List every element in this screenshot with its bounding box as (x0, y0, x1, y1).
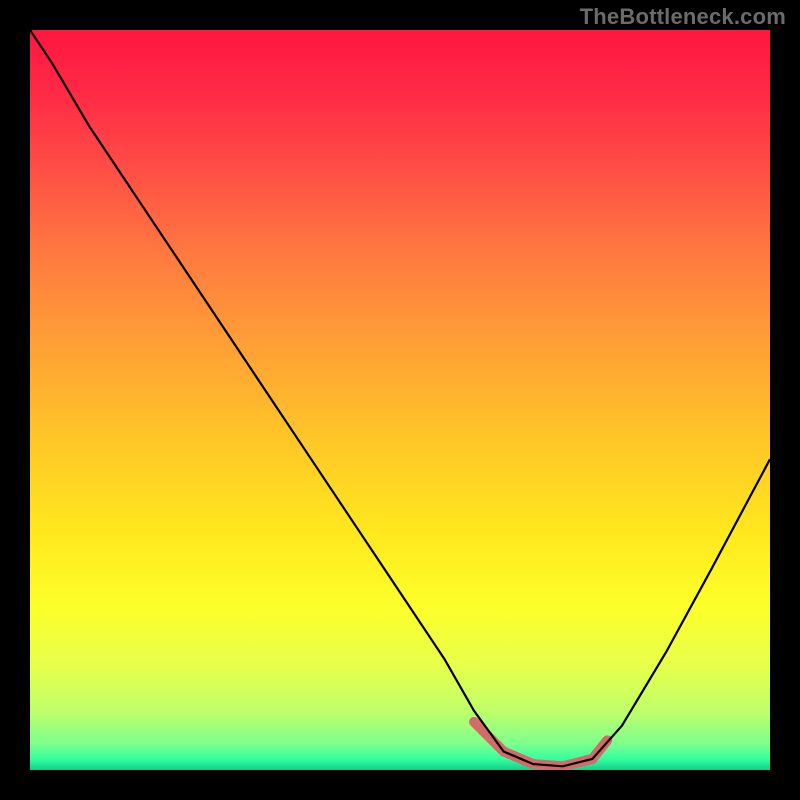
chart-frame: TheBottleneck.com (0, 0, 800, 800)
attribution-text: TheBottleneck.com (580, 4, 786, 30)
bottleneck-curve (30, 30, 770, 766)
plot-area (30, 30, 770, 770)
curve-layer (30, 30, 770, 770)
